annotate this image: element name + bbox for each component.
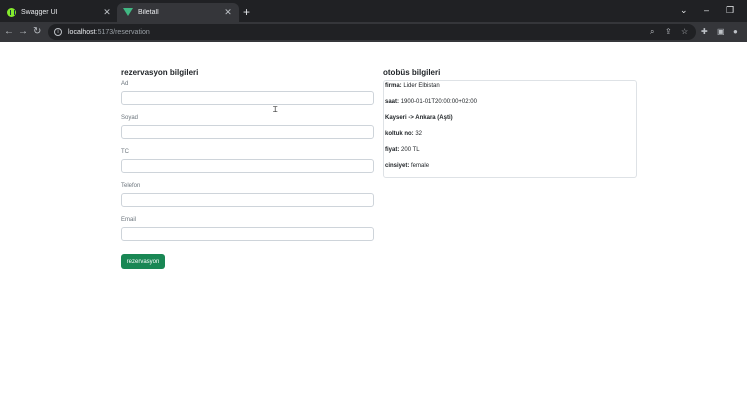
address-bar[interactable]: i localhost :5173/reservation bbox=[48, 24, 696, 40]
cinsiyet-row: cinsiyet: female bbox=[385, 163, 429, 169]
koltuk-value: 32 bbox=[415, 131, 423, 137]
new-tab-button[interactable]: + bbox=[243, 3, 250, 21]
vue-icon bbox=[123, 8, 133, 17]
field-ad: Ad bbox=[121, 81, 374, 105]
telefon-input[interactable] bbox=[121, 193, 374, 207]
field-soyad: Soyad bbox=[121, 115, 374, 139]
field-label: TC bbox=[121, 149, 129, 155]
cinsiyet-value: female bbox=[411, 163, 430, 169]
extensions-icon[interactable]: ✚ bbox=[701, 26, 708, 38]
cinsiyet-label: cinsiyet: bbox=[385, 163, 410, 169]
side-panel-icon[interactable]: ▣ bbox=[717, 26, 725, 38]
url-path: :5173/reservation bbox=[95, 28, 150, 36]
tab-title: Biletall bbox=[138, 9, 159, 16]
close-icon[interactable]: ✕ bbox=[102, 7, 112, 18]
back-icon[interactable]: ← bbox=[4, 24, 14, 40]
tab-biletall[interactable]: Biletall ✕ bbox=[117, 3, 239, 22]
reservation-form: rezervasyon bilgileri Ad Soyad TC Telefo… bbox=[121, 68, 374, 269]
bus-info: otobüs bilgileri firma: Lider Elbistan s… bbox=[383, 68, 637, 178]
close-icon[interactable]: ✕ bbox=[223, 7, 233, 18]
ad-input[interactable] bbox=[121, 91, 374, 105]
soyad-input[interactable] bbox=[121, 125, 374, 139]
minimize-icon[interactable]: – bbox=[704, 3, 709, 17]
reservation-heading: rezervasyon bilgileri bbox=[121, 68, 199, 77]
maximize-icon[interactable]: ❐ bbox=[726, 3, 734, 17]
fiyat-row: fiyat: 200 TL bbox=[385, 147, 420, 153]
koltuk-row: koltuk no: 32 bbox=[385, 131, 422, 137]
fiyat-label: fiyat: bbox=[385, 147, 400, 153]
bookmark-star-icon[interactable]: ☆ bbox=[681, 26, 688, 38]
route-row: Kayseri -> Ankara (Aşti) bbox=[385, 115, 453, 121]
browser-toolbar: ← → ↻ i localhost :5173/reservation ⌕ ⇪ … bbox=[0, 22, 747, 42]
text-cursor-icon: Ɪ bbox=[273, 105, 278, 114]
tc-input[interactable] bbox=[121, 159, 374, 173]
site-info-icon[interactable]: i bbox=[54, 28, 62, 36]
bus-heading: otobüs bilgileri bbox=[383, 68, 441, 77]
rezervasyon-button[interactable]: rezervasyon bbox=[121, 254, 165, 269]
share-icon[interactable]: ⇪ bbox=[665, 26, 672, 38]
koltuk-label: koltuk no: bbox=[385, 131, 414, 137]
field-label: Ad bbox=[121, 81, 129, 87]
tab-title: Swagger UI bbox=[21, 9, 58, 16]
field-label: Soyad bbox=[121, 115, 139, 121]
saat-row: saat: 1900-01-01T20:00:00+02:00 bbox=[385, 99, 477, 105]
field-email: Email bbox=[121, 217, 374, 241]
forward-icon[interactable]: → bbox=[18, 24, 28, 40]
field-tc: TC bbox=[121, 149, 374, 173]
email-input[interactable] bbox=[121, 227, 374, 241]
url-host: localhost bbox=[68, 28, 96, 36]
tab-swagger-ui[interactable]: Swagger UI ✕ bbox=[1, 3, 118, 22]
saat-label: saat: bbox=[385, 99, 400, 105]
firma-value: Lider Elbistan bbox=[403, 83, 440, 89]
route-text: Kayseri -> Ankara (Aşti) bbox=[385, 115, 453, 121]
swagger-icon bbox=[7, 8, 16, 17]
firma-label: firma: bbox=[385, 83, 402, 89]
profile-icon[interactable]: ● bbox=[733, 26, 738, 38]
saat-value: 1900-01-01T20:00:00+02:00 bbox=[400, 99, 477, 105]
firma-row: firma: Lider Elbistan bbox=[385, 83, 440, 89]
field-telefon: Telefon bbox=[121, 183, 374, 207]
tab-search-icon[interactable]: ⌄ bbox=[680, 3, 688, 17]
reload-icon[interactable]: ↻ bbox=[33, 24, 41, 40]
fiyat-value: 200 TL bbox=[401, 147, 420, 153]
field-label: Email bbox=[121, 217, 137, 223]
bus-info-card: firma: Lider Elbistan saat: 1900-01-01T2… bbox=[383, 80, 637, 178]
tab-strip: Swagger UI ✕ Biletall ✕ + ⌄ – ❐ bbox=[0, 0, 747, 22]
field-label: Telefon bbox=[121, 183, 141, 189]
zoom-icon[interactable]: ⌕ bbox=[650, 26, 654, 38]
page-content: rezervasyon bilgileri Ad Soyad TC Telefo… bbox=[0, 42, 747, 412]
